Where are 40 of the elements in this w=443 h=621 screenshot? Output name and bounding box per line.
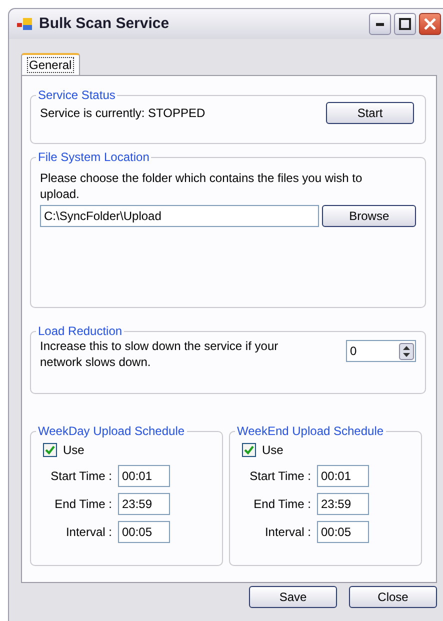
time-field[interactable]: 23:59 xyxy=(118,493,170,515)
app-icon xyxy=(17,17,33,31)
checkbox-label: Use xyxy=(63,442,84,459)
instruction-text: Please choose the folder which contains the files you wish to upload. xyxy=(40,170,364,202)
time-field[interactable]: 23:59 xyxy=(317,493,369,515)
group-title: WeekEnd Upload Schedule xyxy=(236,424,385,438)
field-label: End Time : xyxy=(252,496,311,513)
field-label: Start Time : xyxy=(248,468,311,485)
minimize-icon xyxy=(376,22,384,26)
save-button[interactable]: Save xyxy=(249,586,337,608)
group-title: Service Status xyxy=(37,88,116,102)
folder-path-field[interactable]: C:\SyncFolder\Upload xyxy=(40,205,320,227)
field-label: Start Time : xyxy=(50,468,112,485)
use-checkbox[interactable] xyxy=(43,443,57,457)
number-spinner[interactable]: 0 xyxy=(346,340,416,362)
maximize-icon xyxy=(399,18,411,30)
window-title: Bulk Scan Service xyxy=(39,14,170,34)
field-label: End Time : xyxy=(54,496,112,513)
spin-arrows-icon xyxy=(399,342,414,360)
browse-button[interactable]: Browse xyxy=(322,205,416,227)
close-button[interactable] xyxy=(419,13,441,35)
group-title: WeekDay Upload Schedule xyxy=(37,424,186,438)
description-text: Increase this to slow down the service if your network slows down. xyxy=(40,338,280,370)
checkbox-label: Use xyxy=(262,442,284,459)
time-field[interactable]: 00:05 xyxy=(118,521,170,543)
tab[interactable]: General xyxy=(21,53,80,75)
time-field[interactable]: 00:01 xyxy=(118,465,170,487)
maximize-button[interactable] xyxy=(394,13,416,35)
minimize-button[interactable] xyxy=(369,13,391,35)
field-label: Interval : xyxy=(64,524,112,541)
status-text: Service is currently: STOPPED xyxy=(40,105,206,122)
group-title: File System Location xyxy=(37,150,150,164)
group-title: Load Reduction xyxy=(37,324,124,338)
start-button[interactable]: Start xyxy=(326,102,414,124)
time-field[interactable]: 00:05 xyxy=(317,521,369,543)
use-checkbox[interactable] xyxy=(242,443,256,457)
close-icon xyxy=(424,18,436,30)
time-field[interactable]: 00:01 xyxy=(317,465,369,487)
field-label: Interval : xyxy=(264,524,311,541)
close-dialog-button[interactable]: Close xyxy=(349,586,437,608)
